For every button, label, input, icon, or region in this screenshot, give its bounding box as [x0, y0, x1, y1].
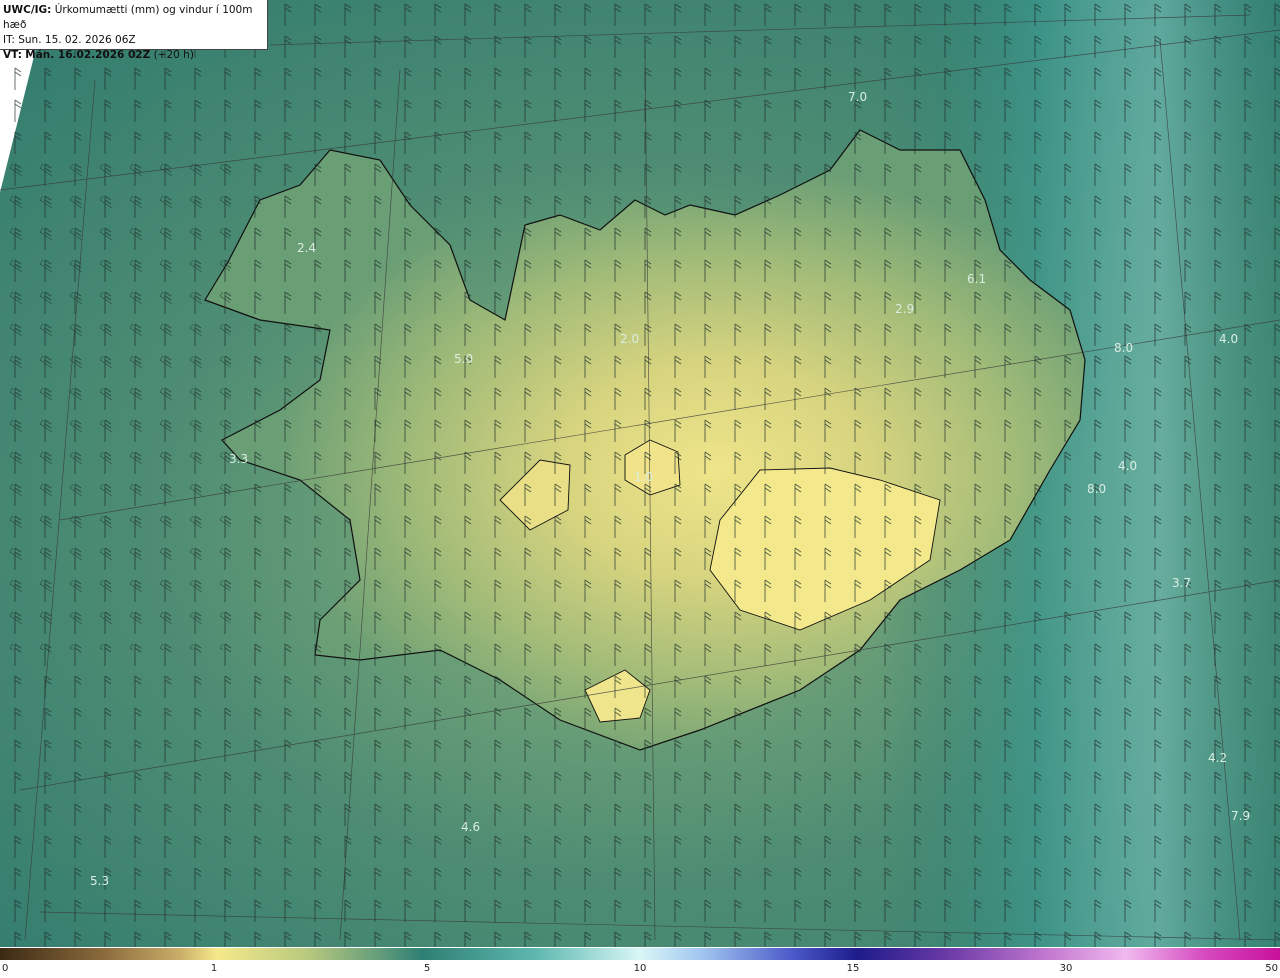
colorbar-tick: 1: [210, 963, 218, 974]
valid-time: Mán. 16.02.2026 02Z: [25, 49, 151, 61]
map-value-v14: 4.6: [461, 820, 480, 834]
map-value-v12: 8.0: [1087, 482, 1106, 496]
colorbar-tick: 10: [633, 963, 647, 974]
colorbar-tick: 15: [846, 963, 860, 974]
colorbar-tick: 0: [2, 963, 9, 974]
issue-time: IT: Sun. 15. 02. 2026 06Z: [3, 34, 136, 46]
lead-time: (+20 h): [153, 49, 194, 61]
map-value-v1: 7.0: [848, 90, 867, 104]
weather-map: 7.0 2.4 5.0 2.0 2.9 6.1 8.0 4.0 3.3 1.0 …: [0, 0, 1280, 947]
map-value-v5: 2.9: [895, 302, 914, 316]
map-value-v11: 4.0: [1118, 459, 1137, 473]
map-value-v4: 2.0: [620, 332, 639, 346]
map-value-v2: 2.4: [297, 241, 316, 255]
map-value-v13: 3.7: [1172, 576, 1191, 590]
map-value-v3: 5.0: [454, 352, 473, 366]
precip-colorbar: [0, 948, 1280, 960]
map-value-v10: 1.0: [634, 470, 653, 484]
colorbar-tick: 50: [1265, 963, 1278, 974]
colorbar-ticks: 0 1 5 10 15 30 50: [0, 960, 1280, 978]
map-value-v6: 6.1: [967, 272, 986, 286]
colorbar-tick: 5: [423, 963, 431, 974]
valid-prefix: VT:: [3, 49, 22, 61]
model-name: UWC/IG:: [3, 4, 52, 16]
valid-time-line: VT: Mán. 16.02.2026 02Z (+20 h): [3, 48, 264, 63]
map-info-box: UWC/IG: Úrkomumætti (mm) og vindur í 100…: [0, 0, 268, 61]
map-value-v16: 7.9: [1231, 809, 1250, 823]
map-title-line: UWC/IG: Úrkomumætti (mm) og vindur í 100…: [3, 3, 264, 33]
map-value-v7: 8.0: [1114, 341, 1133, 355]
map-value-v9: 3.3: [229, 452, 248, 466]
map-value-v15: 4.2: [1208, 751, 1227, 765]
map-value-v8: 4.0: [1219, 332, 1238, 346]
map-value-v17: 5.3: [90, 874, 109, 888]
colorbar-tick: 30: [1059, 963, 1073, 974]
